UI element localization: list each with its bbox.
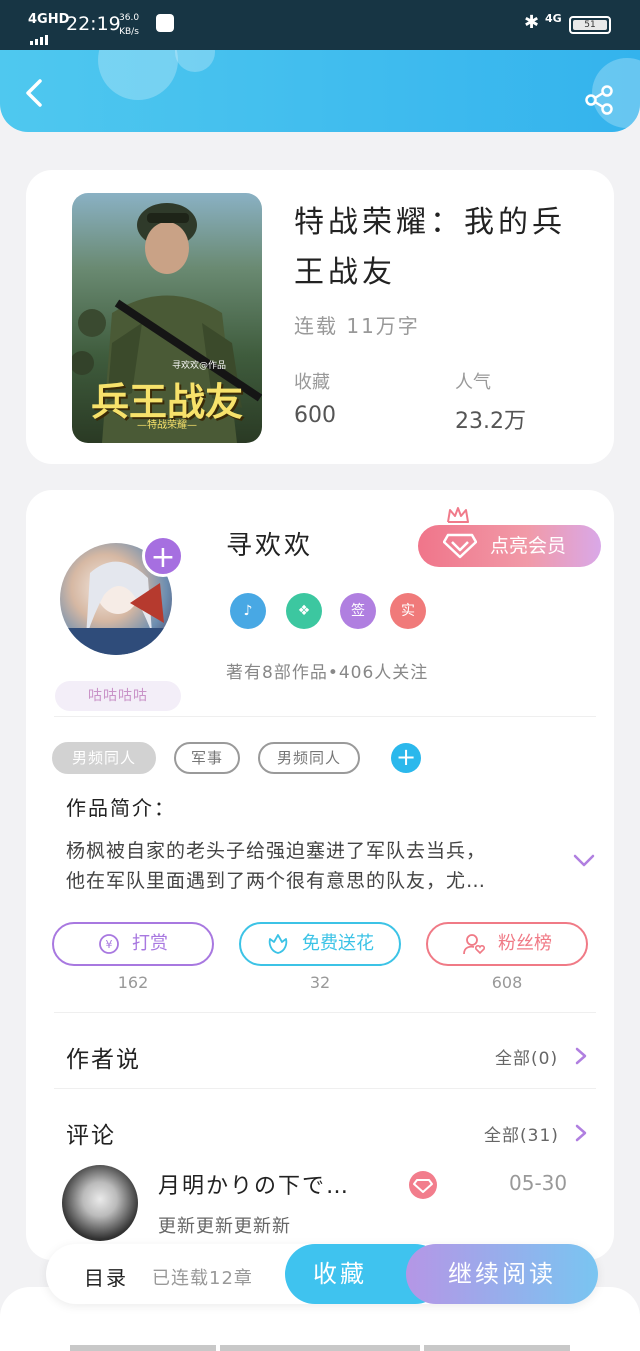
send-flower-label: 免费送花	[302, 933, 374, 954]
author-says-title: 作者说	[66, 1047, 141, 1073]
network-type: 4GHD	[28, 12, 70, 27]
tip-button[interactable]: ¥ 打赏	[52, 922, 214, 966]
follow-author-button[interactable]: +	[142, 535, 184, 577]
vip-membership-label: 点亮会员	[490, 535, 567, 557]
top-header	[0, 50, 640, 132]
chevron-right-icon[interactable]	[574, 1123, 588, 1143]
fan-count: 608	[491, 973, 523, 992]
book-status: 连载 11万字	[294, 314, 420, 338]
comment-text[interactable]: 更新更新更新新	[158, 1212, 291, 1238]
author-badge-verified[interactable]: 实	[390, 593, 426, 629]
status-bar: 4GHD 22:19 36.0 KB/s ✱ 4G 51	[0, 0, 640, 50]
cover-author: 寻欢欢@作品	[172, 361, 227, 371]
popularity-label: 人气	[455, 372, 491, 393]
fan-ranking-label: 粉丝榜	[498, 933, 552, 954]
fan-user-icon	[463, 934, 486, 955]
flower-count: 32	[309, 973, 331, 992]
fan-ranking-button[interactable]: 粉丝榜	[426, 922, 588, 966]
battery-icon: 51	[569, 16, 611, 34]
tag-male-fanfic[interactable]: 男频同人	[52, 742, 156, 774]
crown-icon	[447, 507, 469, 523]
tag-male-fanfic-2[interactable]: 男频同人	[258, 742, 360, 774]
add-tag-button[interactable]: +	[391, 743, 421, 773]
send-flower-button[interactable]: 免费送花	[239, 922, 401, 966]
table-of-contents-button[interactable]: 目录	[84, 1262, 128, 1291]
signal-icon	[30, 26, 50, 45]
vip-membership-button[interactable]: 点亮会员	[418, 525, 601, 567]
clock: 22:19	[66, 13, 121, 35]
chevron-right-icon[interactable]	[574, 1046, 588, 1066]
mobile-data-indicator: 4G	[545, 12, 562, 25]
network-speed: 36.0 KB/s	[119, 13, 140, 37]
divider	[54, 1088, 596, 1089]
flower-icon	[268, 934, 288, 954]
diamond-icon	[443, 533, 477, 559]
author-meta: 著有8部作品•406人关注	[226, 663, 429, 683]
chapter-count: 已连载12章	[152, 1268, 253, 1289]
commenter-avatar[interactable]	[62, 1165, 138, 1241]
battery-level: 51	[573, 20, 607, 30]
tag-military[interactable]: 军事	[174, 742, 240, 774]
bottom-divider	[424, 1345, 570, 1351]
header-bubble-decoration	[98, 50, 178, 100]
author-name[interactable]: 寻欢欢	[226, 525, 313, 562]
divider	[54, 1012, 596, 1013]
continue-reading-button[interactable]: 继续阅读	[406, 1244, 598, 1304]
chevron-down-icon[interactable]	[572, 853, 596, 869]
intro-text-line-2: 他在军队里面遇到了两个很有意思的队友，尤…	[66, 870, 487, 892]
tip-count: 162	[117, 973, 149, 992]
intro-text-line-1: 杨枫被自家的老头子给强迫塞进了军队去当兵，	[66, 840, 487, 862]
comments-title: 评论	[66, 1123, 116, 1149]
notification-icon	[156, 14, 174, 32]
comments-more[interactable]: 全部(31)	[484, 1121, 559, 1146]
commenter-name[interactable]: 月明かりの下で…	[158, 1168, 350, 1200]
diamond-icon	[413, 1179, 433, 1193]
comment-date: 05-30	[509, 1171, 568, 1195]
tip-label: 打赏	[132, 933, 168, 954]
intro-text: 杨枫被自家的老头子给强迫塞进了军队去当兵， 他在军队里面遇到了两个很有意思的队友…	[66, 836, 556, 896]
author-says-more[interactable]: 全部(0)	[495, 1044, 558, 1069]
intro-heading: 作品简介：	[66, 796, 176, 820]
bluetooth-icon: ✱	[524, 12, 540, 33]
popularity-value: 23.2万	[455, 409, 526, 434]
back-arrow-icon[interactable]	[22, 78, 48, 108]
divider	[54, 716, 596, 717]
cover-subtitle: —特战荣耀—	[137, 420, 197, 431]
book-cover[interactable]: 寻欢欢@作品 兵王战友 —特战荣耀—	[72, 193, 262, 443]
favorites-label: 收藏	[294, 372, 330, 393]
bottom-divider	[70, 1345, 216, 1351]
bottom-divider	[220, 1345, 420, 1351]
author-badge-handshake[interactable]: ❖	[286, 593, 322, 629]
svg-text:¥: ¥	[106, 938, 113, 951]
favorites-value: 600	[294, 403, 336, 428]
header-bubble-decoration	[175, 50, 215, 72]
author-badge-signed[interactable]: 签	[340, 593, 376, 629]
commenter-vip-icon	[409, 1171, 437, 1199]
yen-coin-icon: ¥	[99, 934, 119, 954]
book-title: 特战荣耀：我的兵王战友	[294, 205, 566, 290]
author-badge-music[interactable]: ♪	[230, 593, 266, 629]
share-icon[interactable]	[583, 84, 615, 116]
avatar-tag: 咕咕咕咕	[55, 681, 181, 711]
